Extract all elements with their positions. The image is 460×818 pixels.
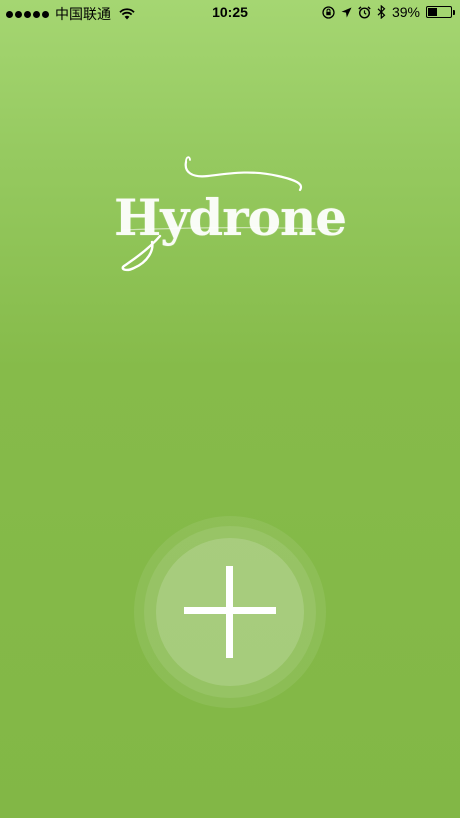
app-logo: Hydrone <box>100 150 360 280</box>
plus-icon <box>184 566 276 658</box>
status-right: 39% <box>322 4 455 20</box>
orientation-lock-icon <box>322 5 335 19</box>
app-screen: { "status_bar": { "carrier": "中国联通", "ti… <box>0 0 460 818</box>
status-bar: 中国联通 10:25 39% <box>0 0 460 24</box>
location-arrow-icon <box>341 7 352 17</box>
bluetooth-icon <box>377 5 386 19</box>
battery-fill <box>428 8 437 16</box>
add-button[interactable] <box>134 516 326 708</box>
battery-icon <box>426 6 455 18</box>
logo-text: Hydrone <box>114 188 347 247</box>
alarm-icon <box>358 5 371 19</box>
battery-percent: 39% <box>391 4 420 20</box>
